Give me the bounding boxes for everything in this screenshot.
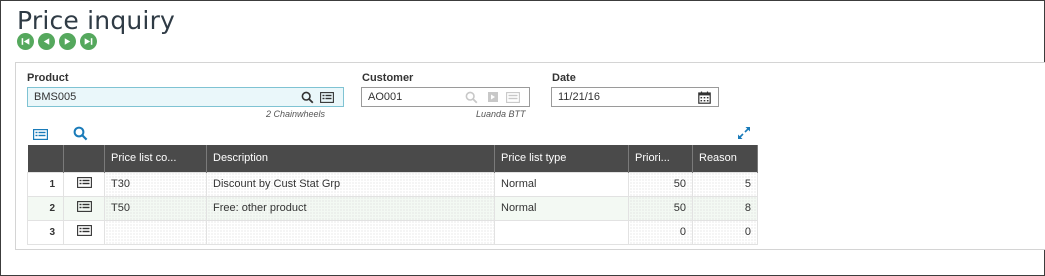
- previous-icon: [43, 38, 50, 45]
- priority-cell[interactable]: 50: [628, 195, 693, 221]
- details-icon[interactable]: [320, 90, 334, 104]
- description-cell[interactable]: [206, 219, 495, 245]
- reason-cell[interactable]: 5: [692, 171, 758, 197]
- table-row[interactable]: 3 0 0: [27, 219, 758, 245]
- customer-description: Luanda BTT: [476, 109, 526, 119]
- row-action-header: [63, 145, 105, 172]
- details-icon[interactable]: [506, 90, 520, 104]
- last-record-button[interactable]: [80, 33, 97, 50]
- grid-search-icon[interactable]: [72, 125, 88, 141]
- grid-details-icon[interactable]: [32, 127, 48, 141]
- table-row[interactable]: 1 T30 Discount by Cust Stat Grp Normal 5…: [27, 171, 758, 197]
- column-header-price-list-code[interactable]: Price list co...: [104, 145, 207, 172]
- next-record-button[interactable]: [59, 33, 76, 50]
- description-cell[interactable]: Discount by Cust Stat Grp: [206, 171, 495, 197]
- product-field[interactable]: BMS005: [27, 87, 344, 107]
- calendar-icon[interactable]: [697, 90, 711, 104]
- description-cell[interactable]: Free: other product: [206, 195, 495, 221]
- row-number: 2: [27, 195, 64, 221]
- first-icon: [21, 38, 30, 45]
- search-icon[interactable]: [464, 90, 478, 104]
- previous-record-button[interactable]: [38, 33, 55, 50]
- window-frame: Price inquiry Product BMS005 2 Chainwhee…: [0, 0, 1045, 276]
- reason-cell[interactable]: 8: [692, 195, 758, 221]
- expand-icon[interactable]: [736, 126, 752, 140]
- product-description: 2 Chainwheels: [266, 109, 326, 119]
- row-details-button[interactable]: [63, 195, 105, 221]
- column-header-reason[interactable]: Reason: [692, 145, 758, 172]
- price-list-type-cell[interactable]: [494, 219, 629, 245]
- price-list-table: Price list co... Description Price list …: [27, 145, 758, 245]
- column-header-description[interactable]: Description: [206, 145, 495, 172]
- price-list-type-cell[interactable]: Normal: [494, 171, 629, 197]
- search-icon[interactable]: [300, 90, 314, 104]
- price-list-code-cell[interactable]: T30: [104, 171, 207, 197]
- page-title: Price inquiry: [17, 6, 176, 35]
- priority-cell[interactable]: 50: [628, 171, 693, 197]
- row-number: 3: [27, 219, 64, 245]
- price-list-code-cell[interactable]: [104, 219, 207, 245]
- next-icon: [64, 38, 71, 45]
- customer-label: Customer: [362, 72, 414, 84]
- date-field[interactable]: 11/21/16: [551, 87, 719, 107]
- customer-field[interactable]: AO001: [361, 87, 530, 107]
- row-details-button[interactable]: [63, 171, 105, 197]
- price-list-code-cell[interactable]: T50: [104, 195, 207, 221]
- record-navigation: [17, 33, 97, 50]
- first-record-button[interactable]: [17, 33, 34, 50]
- row-number-header: [27, 145, 64, 172]
- customer-value: AO001: [368, 91, 403, 103]
- priority-cell[interactable]: 0: [628, 219, 693, 245]
- reason-cell[interactable]: 0: [692, 219, 758, 245]
- price-list-type-cell[interactable]: Normal: [494, 195, 629, 221]
- row-number: 1: [27, 171, 64, 197]
- details-icon: [76, 177, 92, 188]
- date-value: 11/21/16: [558, 91, 601, 103]
- details-icon: [76, 201, 92, 212]
- product-label: Product: [27, 72, 69, 84]
- details-icon: [76, 225, 92, 236]
- table-row[interactable]: 2 T50 Free: other product Normal 50 8: [27, 195, 758, 221]
- last-icon: [84, 38, 93, 45]
- inquiry-panel: Product BMS005 2 Chainwheels Customer AO…: [15, 62, 1045, 250]
- column-header-priority[interactable]: Priori...: [628, 145, 693, 172]
- link-icon[interactable]: [486, 90, 500, 104]
- product-value: BMS005: [34, 91, 77, 103]
- column-header-price-list-type[interactable]: Price list type: [494, 145, 629, 172]
- date-label: Date: [552, 72, 576, 84]
- row-details-button[interactable]: [63, 219, 105, 245]
- table-header-row: Price list co... Description Price list …: [27, 145, 758, 172]
